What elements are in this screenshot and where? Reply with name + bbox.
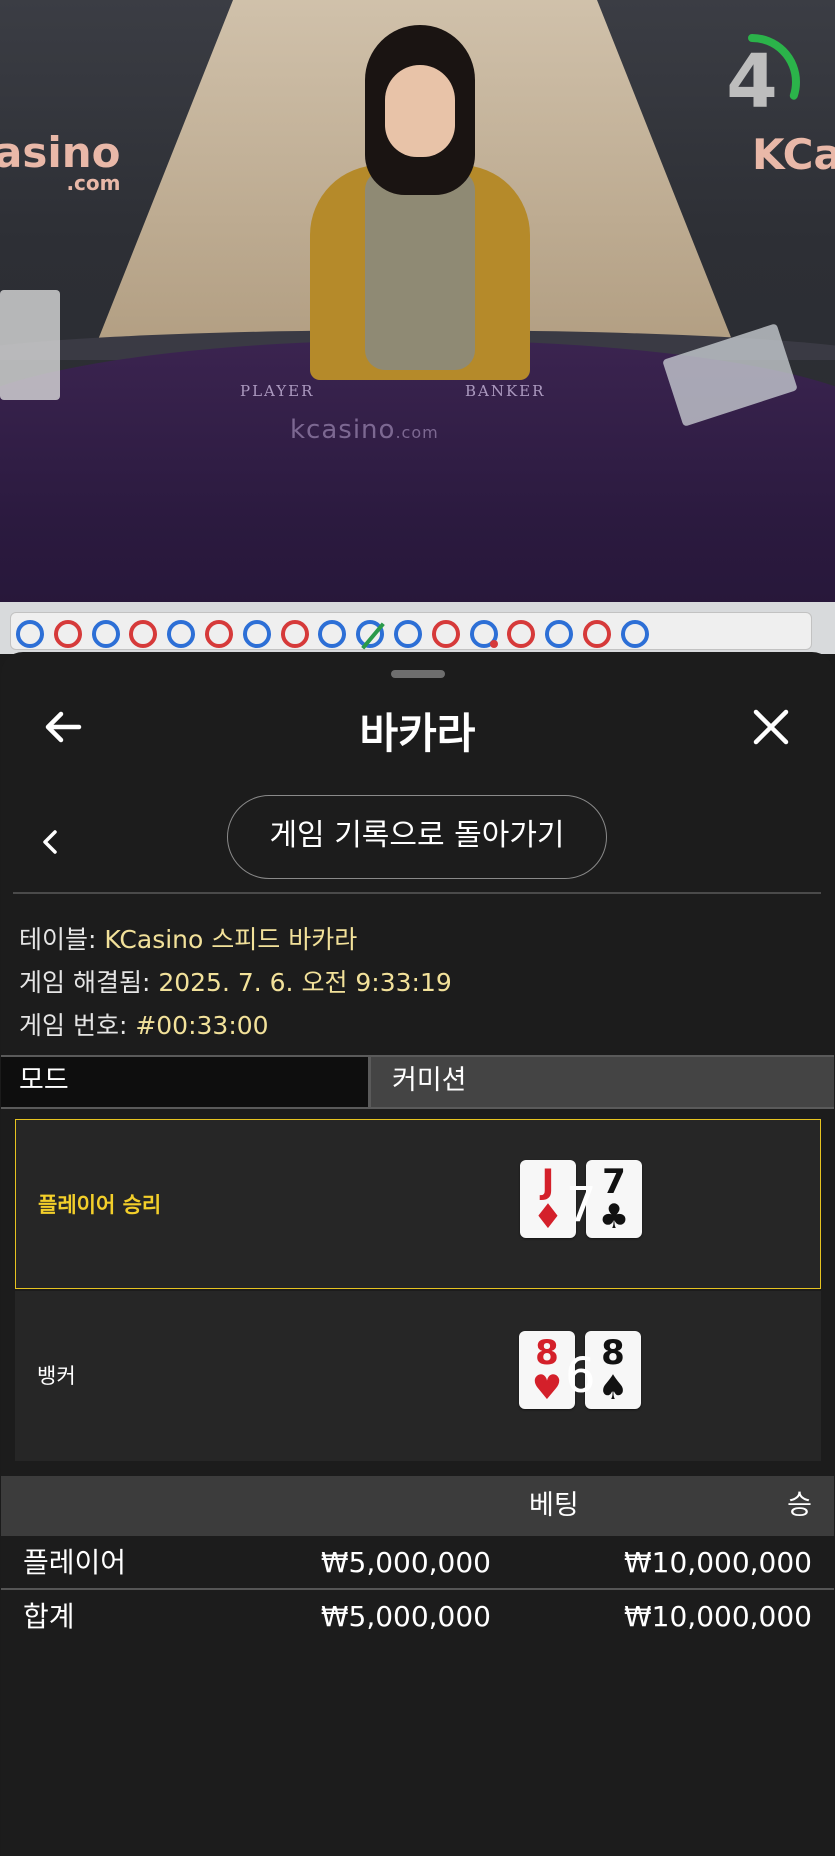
dealer-vest xyxy=(365,170,475,370)
timer-value: 4 xyxy=(726,39,778,125)
bead-banker xyxy=(280,620,309,648)
bead-player xyxy=(167,620,196,648)
bet-amount: ₩5,000,000 xyxy=(320,1546,491,1579)
back-to-history-button[interactable]: 게임 기록으로 돌아가기 xyxy=(227,795,607,879)
bead-player xyxy=(469,620,498,648)
bet-name: 플레이어 xyxy=(23,1546,127,1579)
table-name: KCasino 스피드 바카라 xyxy=(104,925,358,954)
bead-banker xyxy=(583,620,611,648)
bead-player xyxy=(394,620,422,648)
bead-banker xyxy=(53,620,82,648)
win-amount: ₩10,000,000 xyxy=(623,1546,812,1579)
table-logo: kcasino.com xyxy=(290,415,439,445)
game-number: #00:33:00 xyxy=(135,1011,269,1040)
total-bet: ₩5,000,000 xyxy=(320,1600,491,1633)
banker-hand: 뱅커 8 ♥ 8 ♠ 6 xyxy=(15,1291,821,1461)
wall-logo-left: asino .com xyxy=(0,128,121,195)
bead-player xyxy=(620,620,649,648)
bead-banker xyxy=(431,620,460,648)
info-resolved: 게임 해결됨: 2025. 7. 6. 오전 9:33:19 xyxy=(19,968,452,997)
bead-road[interactable] xyxy=(0,602,835,654)
dealer-face xyxy=(385,65,455,157)
page-title: 바카라 xyxy=(359,709,476,758)
card-shoe xyxy=(0,290,60,400)
bead-banker xyxy=(205,620,233,648)
close-icon[interactable] xyxy=(746,702,796,752)
total-win: ₩10,000,000 xyxy=(623,1600,812,1633)
tab-commission[interactable]: 커미션 xyxy=(374,1057,834,1107)
banker-score: 6 xyxy=(565,1348,596,1404)
tab-mode[interactable]: 모드 xyxy=(1,1057,371,1107)
info-table: 테이블: KCasino 스피드 바카라 xyxy=(19,925,358,954)
table-banker-label: BANKER xyxy=(465,382,546,400)
player-score: 7 xyxy=(566,1177,597,1233)
dealer xyxy=(310,20,530,380)
info-game-number: 게임 번호: #00:33:00 xyxy=(19,1011,269,1040)
bead-player xyxy=(545,620,574,648)
bead-player xyxy=(356,620,386,650)
resolved-time: 2025. 7. 6. 오전 9:33:19 xyxy=(158,968,452,997)
total-label: 합계 xyxy=(23,1600,75,1633)
live-video: asino .com KCa PLAYER BANKER kcasino.com… xyxy=(0,0,835,602)
column-win: 승 xyxy=(787,1490,812,1521)
drag-handle[interactable] xyxy=(391,670,445,678)
table-row: 플레이어 ₩5,000,000 ₩10,000,000 xyxy=(1,1536,834,1590)
bead-player xyxy=(16,620,44,648)
game-history-panel: 바카라 게임 기록으로 돌아가기 테이블: KCasino 스피드 바카라 게임… xyxy=(1,652,834,1856)
wall-logo-right: KCa xyxy=(752,130,835,179)
bead-player xyxy=(91,620,120,648)
player-result-label: 플레이어 승리 xyxy=(38,1193,162,1217)
divider xyxy=(13,892,821,894)
player-hand: 플레이어 승리 J ♦ 7 ♣ 7 xyxy=(15,1119,821,1289)
countdown-timer: 4 xyxy=(700,30,804,134)
total-row: 합계 ₩5,000,000 ₩10,000,000 xyxy=(1,1590,834,1644)
table-player-label: PLAYER xyxy=(240,382,315,400)
bets-table-header: 베팅 승 xyxy=(1,1476,834,1536)
banker-result-label: 뱅커 xyxy=(37,1364,76,1388)
pair-marker xyxy=(489,640,498,648)
column-bet: 베팅 xyxy=(529,1490,579,1521)
bead-player xyxy=(242,620,271,648)
mode-tabs: 모드 커미션 xyxy=(1,1055,834,1109)
chevron-left-icon[interactable] xyxy=(35,822,65,862)
